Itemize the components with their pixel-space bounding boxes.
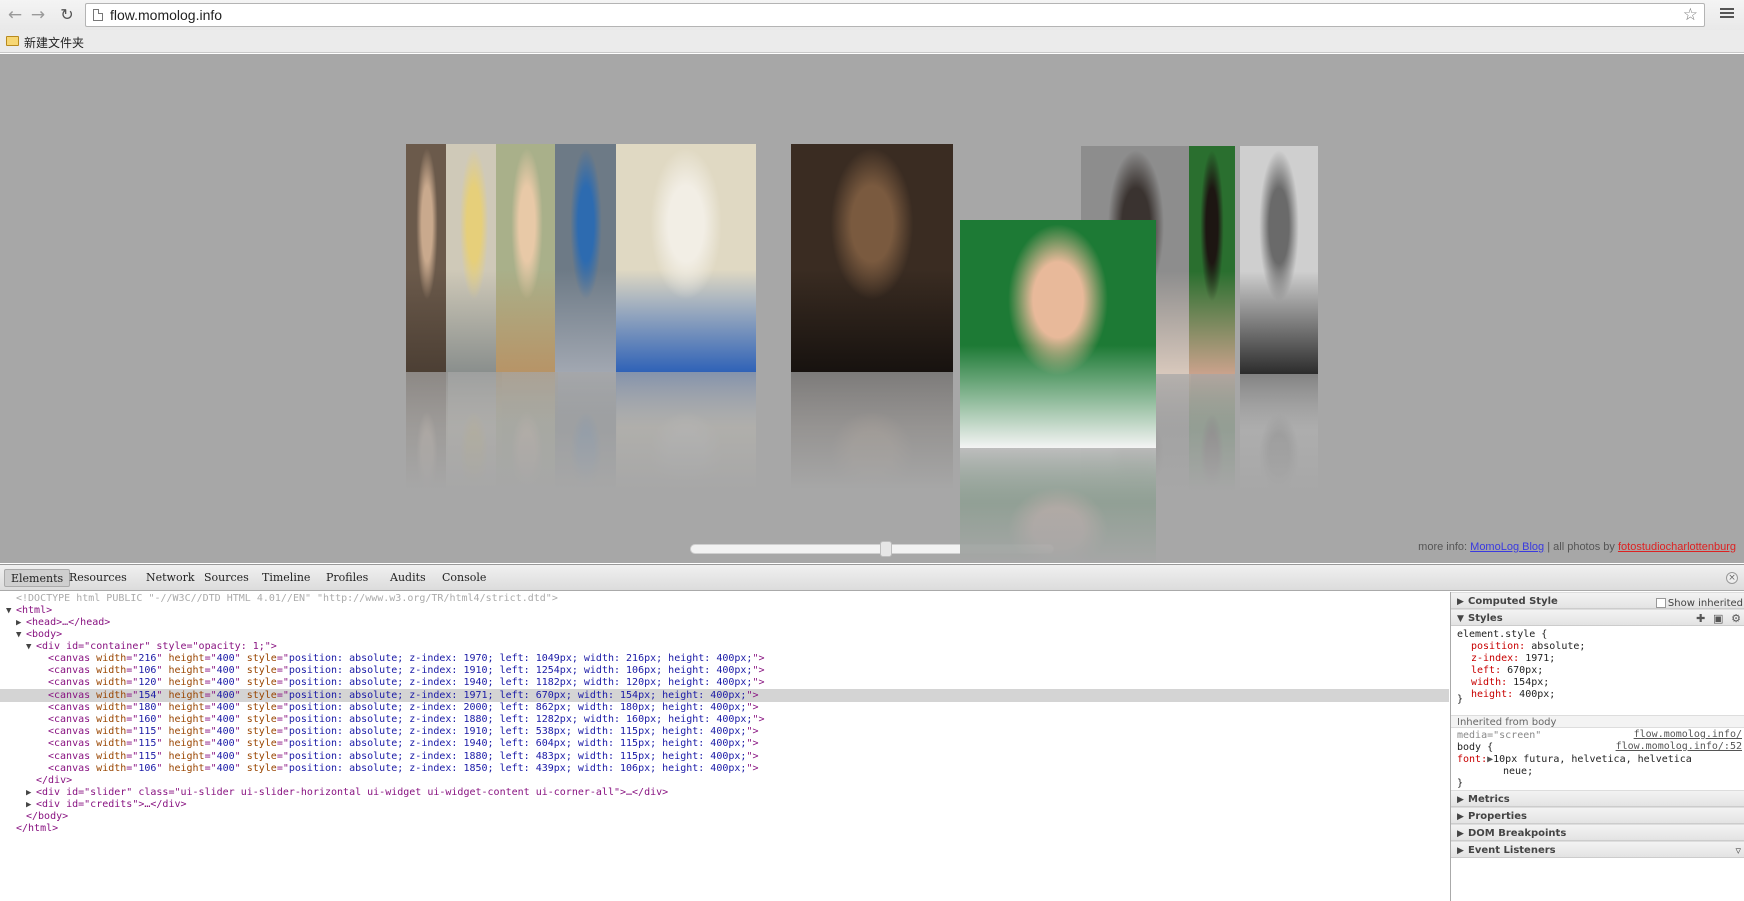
filter-icon[interactable]: ▿ [1735,842,1741,859]
html-open-tag: <html> [16,605,53,616]
dom-breakpoints-header[interactable]: ▶ DOM Breakpoints [1451,824,1744,841]
add-rule-icon[interactable]: ✚ [1696,612,1705,625]
canvas-node[interactable]: <canvas width="115" height="400" style="… [0,750,1449,763]
styles-label: Styles [1468,613,1503,624]
folder-icon [6,36,19,46]
body-rule-close: } [1457,778,1464,789]
credits: more info: MomoLog Blog | all photos by … [1418,541,1736,553]
slider-handle[interactable] [880,541,892,557]
tab-audits[interactable]: Audits [384,569,432,587]
all-photos-label: all photos by [1553,541,1615,553]
styles-header[interactable]: ▼ Styles ✚ ▣ ⚙ [1451,609,1744,626]
canvas-node[interactable]: <canvas width="106" height="400" style="… [0,762,1449,775]
fotostudio-link[interactable]: fotostudiocharlottenburg [1618,541,1736,553]
canvas-node[interactable]: <canvas width="180" height="400" style="… [0,701,1449,714]
back-arrow-icon[interactable]: ← [4,4,26,26]
event-listeners-header[interactable]: ▶ Event Listeners ▿ [1451,841,1744,858]
canvas-node[interactable]: <canvas width="115" height="400" style="… [0,737,1449,750]
expanded-triangle-icon[interactable]: ▼ [6,605,16,618]
container-open-tag: <div id="container" style="opacity: 1;"> [36,641,277,652]
slider-div-tag: <div id="slider" class="ui-slider ui-sli… [36,787,669,798]
font-property-value: 10px futura, helvetica, helvetica [1493,754,1692,765]
metrics-header[interactable]: ▶ Metrics [1451,790,1744,807]
hamburger-menu-icon[interactable] [1718,6,1736,24]
styles-toolbar: ✚ ▣ ⚙ [1696,610,1741,627]
devtools-tab-bar: Elements Resources Network Sources Timel… [0,565,1744,591]
close-devtools-icon[interactable]: × [1726,572,1738,584]
tab-timeline[interactable]: Timeline [256,569,316,587]
canvas-node[interactable]: <canvas width="160" height="400" style="… [0,713,1449,726]
bookmark-folder-label: 新建文件夹 [24,36,85,50]
media-source-link[interactable]: flow.momolog.info/ [1634,729,1742,740]
tab-resources[interactable]: Resources [63,569,133,587]
photo-portrait-man-green-background[interactable] [960,220,1156,563]
photo-portrait-woman-smiling[interactable] [496,144,558,496]
tab-elements[interactable]: Elements [4,569,71,587]
collapsed-triangle-icon: ▶ [1457,846,1464,856]
toggle-state-icon[interactable]: ▣ [1713,612,1723,625]
photo-portrait-woman-black-white[interactable] [1240,146,1318,498]
body-source-link[interactable]: flow.momolog.info/:52 [1616,741,1742,752]
expanded-triangle-icon[interactable]: ▼ [16,629,26,642]
tab-sources[interactable]: Sources [198,569,255,587]
canvas-node[interactable]: <canvas width="106" height="400" style="… [0,664,1449,677]
canvas-node[interactable]: <canvas width="120" height="400" style="… [0,676,1449,689]
photo-portrait-woman-brick-wall[interactable] [616,144,756,496]
photo-portrait-woman-green-background[interactable] [1189,146,1235,498]
photo-portrait-woman-face-edge[interactable] [406,144,448,496]
computed-style-label: Computed Style [1468,596,1558,607]
canvas-node[interactable]: <canvas width="115" height="400" style="… [0,725,1449,738]
more-info-label: more info: [1418,541,1468,553]
tab-console[interactable]: Console [436,569,492,587]
reload-icon[interactable]: ↻ [56,4,78,26]
style-property-height[interactable]: height: 400px; [1471,688,1555,701]
element-style-close: } [1457,694,1464,705]
font-property[interactable]: font:▶10px futura, helvetica, helvetica [1457,753,1692,766]
properties-label: Properties [1468,811,1527,822]
body-open-tag: <body> [26,629,63,640]
computed-style-header[interactable]: ▶ Computed Style Show inherited [1451,592,1744,609]
gear-icon[interactable]: ⚙ [1731,612,1741,625]
expanded-triangle-icon: ▼ [1457,614,1464,624]
show-inherited-label: Show inherited [1667,598,1743,609]
tab-profiles[interactable]: Profiles [320,569,374,587]
credits-separator: | [1544,541,1554,553]
event-listeners-label: Event Listeners [1468,845,1556,856]
photo-portrait-woman-sitting-yellow[interactable] [446,144,502,496]
head-tag: <head>…</head> [26,617,111,628]
photo-portrait-woman-blue-pants[interactable] [555,144,617,496]
url-text[interactable]: flow.momolog.info [110,7,222,23]
bookmarks-bar: 新建文件夹 [0,30,1744,53]
dom-tree: <!DOCTYPE html PUBLIC "-//W3C//DTD HTML … [0,592,1449,901]
credits-div-tag: <div id="credits">…</div> [36,799,187,810]
photo-portrait-woman-stairs[interactable] [791,144,953,496]
canvas-node[interactable]: <canvas width="154" height="400" style="… [0,688,1449,702]
styles-sidebar: ▶ Computed Style Show inherited ▼ Styles ✚… [1450,592,1744,901]
address-bar[interactable]: flow.momolog.info ☆ [85,3,1705,27]
devtools-panel: Elements Resources Network Sources Timel… [0,564,1744,901]
tab-network[interactable]: Network [140,569,201,587]
metrics-label: Metrics [1468,794,1510,805]
star-icon[interactable]: ☆ [1683,5,1698,25]
html-close-tag: </html> [16,823,59,834]
canvas-node[interactable]: <canvas width="216" height="400" style="… [0,652,1449,665]
font-property-name: font: [1457,754,1488,765]
forward-arrow-icon[interactable]: → [27,4,49,26]
properties-header[interactable]: ▶ Properties [1451,807,1744,824]
page-viewport: more info: MomoLog Blog | all photos by … [0,54,1744,563]
font-property-value-cont: neue; [1503,766,1534,777]
dom-breakpoints-label: DOM Breakpoints [1468,828,1567,839]
browser-toolbar: ← → ↻ flow.momolog.info ☆ [0,0,1744,30]
page-icon [93,9,103,21]
momolog-blog-link[interactable]: MomoLog Blog [1470,541,1544,553]
inherited-from-body-label: Inherited from body [1451,715,1744,728]
